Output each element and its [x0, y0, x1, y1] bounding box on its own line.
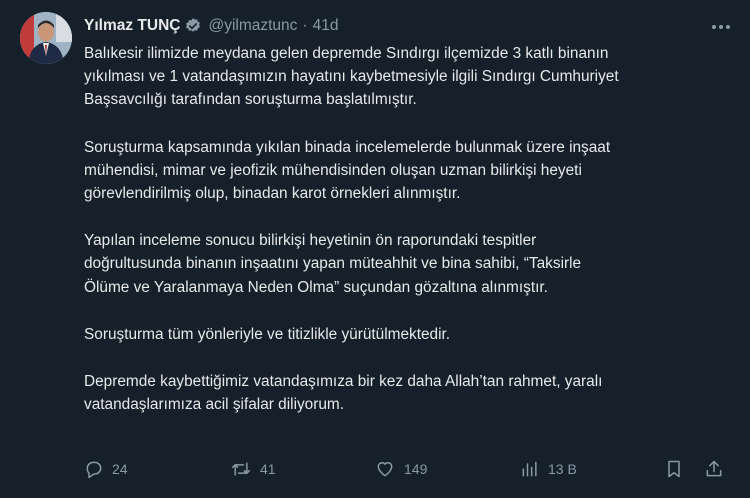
repost-button[interactable]: 41	[230, 456, 276, 482]
tweet-line: görevlendirilmiş olup, binadan karot örn…	[84, 185, 461, 203]
repost-icon	[230, 459, 252, 479]
tweet-line: yıkılması ve 1 vatandaşımızın hayatını k…	[84, 68, 619, 86]
bookmark-icon	[664, 459, 684, 479]
like-count: 149	[404, 461, 428, 477]
reply-button[interactable]: 24	[84, 456, 128, 482]
tweet-line: Soruşturma kapsamında yıkılan binada inc…	[84, 138, 611, 156]
tweet-line: doğrultusunda binanın inşaatını yapan mü…	[84, 255, 582, 273]
reply-count: 24	[112, 461, 128, 477]
bookmark-button[interactable]	[664, 456, 684, 482]
views-icon	[520, 459, 540, 479]
tweet-line: Depremde kaybettiğimiz vatandaşımıza bir…	[84, 373, 603, 391]
repost-count: 41	[260, 461, 276, 477]
tweet-paragraph: Balıkesir ilimizde meydana gelen depremd…	[84, 42, 734, 112]
tweet-line: vatandaşlarımıza acil şifalar diliyorum.	[84, 396, 345, 414]
tweet-paragraph: Yapılan inceleme sonucu bilirkişi heyeti…	[84, 229, 734, 299]
author-name[interactable]: Yılmaz TUNÇ	[84, 17, 180, 35]
tweet-paragraph: Depremde kaybettiğimiz vatandaşımıza bir…	[84, 370, 734, 416]
verified-badge-icon	[184, 17, 202, 35]
author-handle[interactable]: @yilmaztunc	[208, 17, 297, 35]
header-separator: ·	[302, 17, 308, 34]
share-button[interactable]	[704, 456, 724, 482]
tweet-time[interactable]: 41d	[313, 17, 339, 35]
tweet-paragraph: Soruşturma kapsamında yıkılan binada inc…	[84, 136, 734, 206]
tweet-header: Yılmaz TUNÇ @yilmaztunc · 41d	[84, 14, 736, 38]
like-button[interactable]: 149	[374, 456, 427, 482]
tweet-line: Ölüme ve Yaralanmaya Neden Olma” suçunda…	[84, 278, 548, 296]
views-button[interactable]: 13 B	[520, 456, 577, 482]
tweet-line: Başsavcılığı tarafından soruşturma başla…	[84, 91, 417, 109]
tweet-line: Yapılan inceleme sonucu bilirkişi heyeti…	[84, 232, 537, 250]
tweet-paragraph: Soruşturma tüm yönleriyle ve titizlikle …	[84, 323, 734, 346]
tweet-line: Balıkesir ilimizde meydana gelen depremd…	[84, 45, 609, 62]
tweet-line: mühendisi, mimar ve jeofizik mühendisind…	[84, 161, 582, 179]
reply-icon	[84, 459, 104, 479]
more-icon[interactable]	[710, 18, 732, 36]
tweet-line: Soruşturma tüm yönleriyle ve titizlikle …	[84, 325, 451, 343]
tweet-text: Balıkesir ilimizde meydana gelen depremd…	[84, 42, 734, 440]
avatar[interactable]	[20, 12, 72, 64]
tweet-actions: 24 41 149 13 B	[84, 456, 734, 482]
share-icon	[704, 459, 724, 479]
views-count: 13 B	[548, 461, 577, 477]
like-icon	[374, 459, 396, 479]
